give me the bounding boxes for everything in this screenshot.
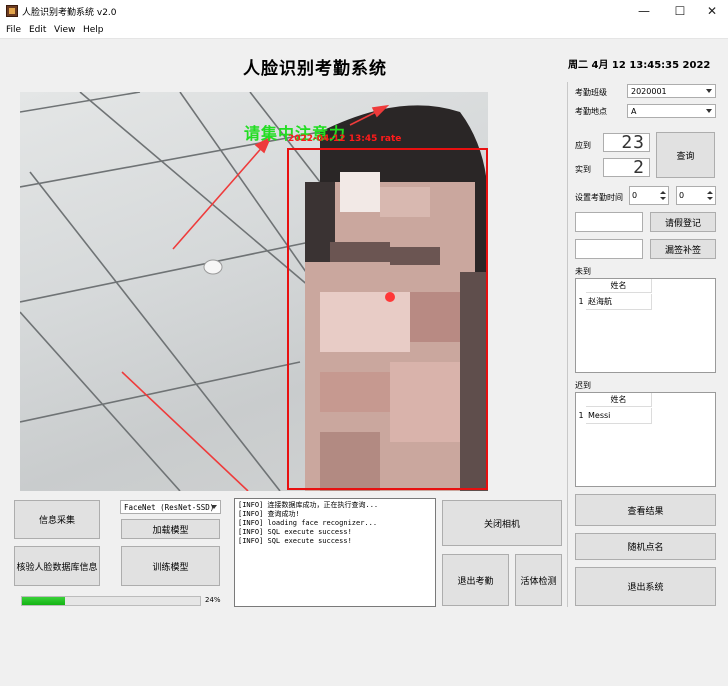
time-hour-value: 0 xyxy=(632,191,638,200)
minimize-button[interactable]: — xyxy=(626,0,662,22)
exit-attendance-button[interactable]: 退出考勤 xyxy=(442,554,509,606)
chevron-down-icon xyxy=(211,505,217,509)
late-row-name[interactable]: Messi xyxy=(586,408,652,424)
absent-label: 未到 xyxy=(575,267,591,276)
log-line: [INFO] loading face recognizer... xyxy=(238,519,378,527)
makeup-sign-button[interactable]: 漏签补签 xyxy=(650,239,716,259)
spin-up-icon[interactable] xyxy=(707,191,713,194)
class-select-value: 2020001 xyxy=(631,86,667,96)
log-console[interactable]: [INFO] 连接数据库成功，正在执行查询... [INFO] 查询成功! [I… xyxy=(234,498,436,607)
class-select[interactable]: 2020001 xyxy=(627,84,716,98)
late-label: 迟到 xyxy=(575,381,591,390)
maximize-button[interactable]: ☐ xyxy=(662,0,698,22)
camera-scene xyxy=(20,92,488,491)
spin-down-icon[interactable] xyxy=(707,197,713,200)
ceiling-grid xyxy=(20,92,321,491)
train-model-button[interactable]: 训练模型 xyxy=(121,546,220,586)
menu-view[interactable]: View xyxy=(54,25,75,35)
query-button[interactable]: 查询 xyxy=(656,132,715,178)
page-title: 人脸识别考勤系统 xyxy=(243,59,387,79)
verify-face-db-button[interactable]: 核验人脸数据库信息 xyxy=(14,546,100,586)
camera-overlay-info: 2022-04-12 13:45 rate xyxy=(288,134,402,144)
actual-count: 2 xyxy=(603,158,650,177)
load-model-button[interactable]: 加载模型 xyxy=(121,519,220,539)
late-table-header: 姓名 xyxy=(586,393,652,407)
face-region xyxy=(305,105,488,491)
progress-fill xyxy=(22,597,65,605)
close-camera-button[interactable]: 关闭相机 xyxy=(442,500,562,546)
progress-label: 24% xyxy=(205,596,221,604)
liveness-detection-button[interactable]: 活体检测 xyxy=(515,554,562,606)
time-minute-value: 0 xyxy=(679,191,685,200)
menu-bar: File Edit View Help xyxy=(0,22,728,39)
close-button[interactable]: ✕ xyxy=(694,0,728,22)
panel-divider xyxy=(567,82,568,607)
title-bar: 人脸识别考勤系统 v2.0 — ☐ ✕ xyxy=(0,0,728,22)
ceiling-sensor xyxy=(203,259,223,275)
menu-help[interactable]: Help xyxy=(83,25,104,35)
view-results-button[interactable]: 查看结果 xyxy=(575,494,716,526)
model-select-value: FaceNet (ResNet-SSD) xyxy=(124,502,215,512)
menu-edit[interactable]: Edit xyxy=(29,25,46,35)
location-select-value: A xyxy=(631,106,637,116)
class-label: 考勤班级 xyxy=(575,88,607,97)
exit-system-button[interactable]: 退出系统 xyxy=(575,567,716,606)
leave-register-button[interactable]: 请假登记 xyxy=(650,212,716,232)
log-line: [INFO] SQL execute success! xyxy=(238,528,352,536)
camera-view: 请集中注意力 2022-04-12 13:45 rate xyxy=(20,92,488,491)
chevron-down-icon xyxy=(706,109,712,113)
log-line: [INFO] 连接数据库成功，正在执行查询... xyxy=(238,501,379,509)
expected-label: 应到 xyxy=(575,141,591,150)
random-call-button[interactable]: 随机点名 xyxy=(575,533,716,560)
absent-table[interactable]: 姓名 1 赵海航 xyxy=(575,278,716,373)
training-progress-bar xyxy=(21,596,201,606)
spin-up-icon[interactable] xyxy=(660,191,666,194)
location-select[interactable]: A xyxy=(627,104,716,118)
absent-row-index: 1 xyxy=(578,297,584,306)
clock-display: 周二 4月 12 13:45:35 2022 xyxy=(568,60,711,71)
location-label: 考勤地点 xyxy=(575,107,607,116)
time-hour-spinbox[interactable]: 0 xyxy=(629,186,669,205)
actual-label: 实到 xyxy=(575,165,591,174)
absent-table-header: 姓名 xyxy=(586,279,652,293)
makeup-input[interactable] xyxy=(575,239,643,259)
time-minute-spinbox[interactable]: 0 xyxy=(676,186,716,205)
model-select[interactable]: FaceNet (ResNet-SSD) xyxy=(120,500,221,514)
log-line: [INFO] SQL execute success! xyxy=(238,537,352,545)
set-time-label: 设置考勤时间 xyxy=(575,193,623,202)
expected-count: 23 xyxy=(603,133,650,152)
absent-row-name[interactable]: 赵海航 xyxy=(586,294,652,310)
window-title: 人脸识别考勤系统 v2.0 xyxy=(22,8,117,18)
collect-info-button[interactable]: 信息采集 xyxy=(14,500,100,539)
app-icon xyxy=(6,5,18,17)
late-table[interactable]: 姓名 1 Messi xyxy=(575,392,716,487)
chevron-down-icon xyxy=(706,89,712,93)
leave-input[interactable] xyxy=(575,212,643,232)
log-line: [INFO] 查询成功! xyxy=(238,510,300,518)
spin-down-icon[interactable] xyxy=(660,197,666,200)
late-row-index: 1 xyxy=(578,411,584,420)
menu-file[interactable]: File xyxy=(6,25,21,35)
